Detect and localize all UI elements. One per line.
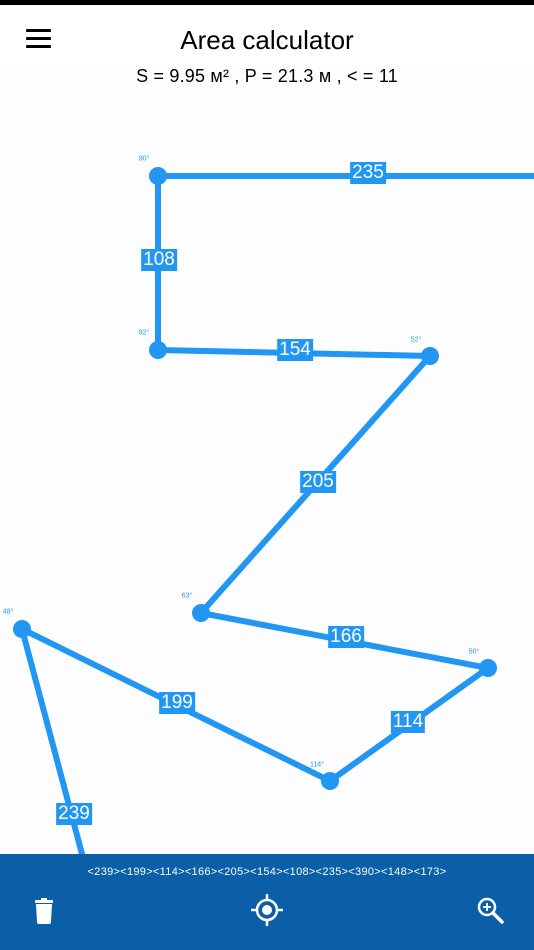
locate-icon bbox=[251, 894, 283, 926]
vertex-point[interactable] bbox=[13, 620, 31, 638]
edge-label[interactable]: 114 bbox=[390, 711, 426, 733]
edge-label[interactable]: 108 bbox=[141, 249, 177, 271]
vertex-point[interactable] bbox=[321, 772, 339, 790]
polygon-svg[interactable] bbox=[0, 60, 534, 854]
edge-label[interactable]: 239 bbox=[56, 803, 92, 825]
angle-label: 63° bbox=[181, 592, 193, 600]
edge-label[interactable]: 154 bbox=[277, 339, 313, 361]
angle-label: 114° bbox=[310, 761, 324, 769]
stats-summary: S = 9.95 м² , P = 21.3 м , < = 11 bbox=[136, 66, 398, 86]
angle-label: 90° bbox=[138, 155, 150, 163]
vertex-point[interactable] bbox=[192, 604, 210, 622]
trash-icon bbox=[35, 898, 53, 924]
angle-label: 50° bbox=[468, 648, 480, 656]
delete-button[interactable] bbox=[22, 888, 66, 932]
angle-label: 52° bbox=[410, 336, 422, 344]
page-title: Area calculator bbox=[180, 25, 354, 55]
zoom-in-icon bbox=[477, 897, 504, 924]
edge-label[interactable]: 166 bbox=[328, 626, 364, 648]
drawing-canvas[interactable]: 235 108 154 205 166 114 199 239 90° 92° … bbox=[0, 60, 534, 854]
app-bar: Area calculator bbox=[0, 5, 534, 65]
edge-label[interactable]: 199 bbox=[159, 692, 195, 714]
zoom-in-button[interactable] bbox=[468, 888, 512, 932]
angle-label: 92° bbox=[138, 329, 150, 337]
vertex-point[interactable] bbox=[149, 341, 167, 359]
edge-sequence-text: <239><199><114><166><205><154><108><235>… bbox=[87, 866, 447, 878]
vertex-point[interactable] bbox=[421, 347, 439, 365]
vertex-point[interactable] bbox=[479, 659, 497, 677]
locate-button[interactable] bbox=[245, 888, 289, 932]
bottom-toolbar: <239><199><114><166><205><154><108><235>… bbox=[0, 854, 534, 950]
edge-label[interactable]: 205 bbox=[300, 471, 336, 493]
edge-label[interactable]: 235 bbox=[350, 162, 386, 184]
vertex-point[interactable] bbox=[149, 167, 167, 185]
angle-label: 48° bbox=[2, 608, 14, 616]
